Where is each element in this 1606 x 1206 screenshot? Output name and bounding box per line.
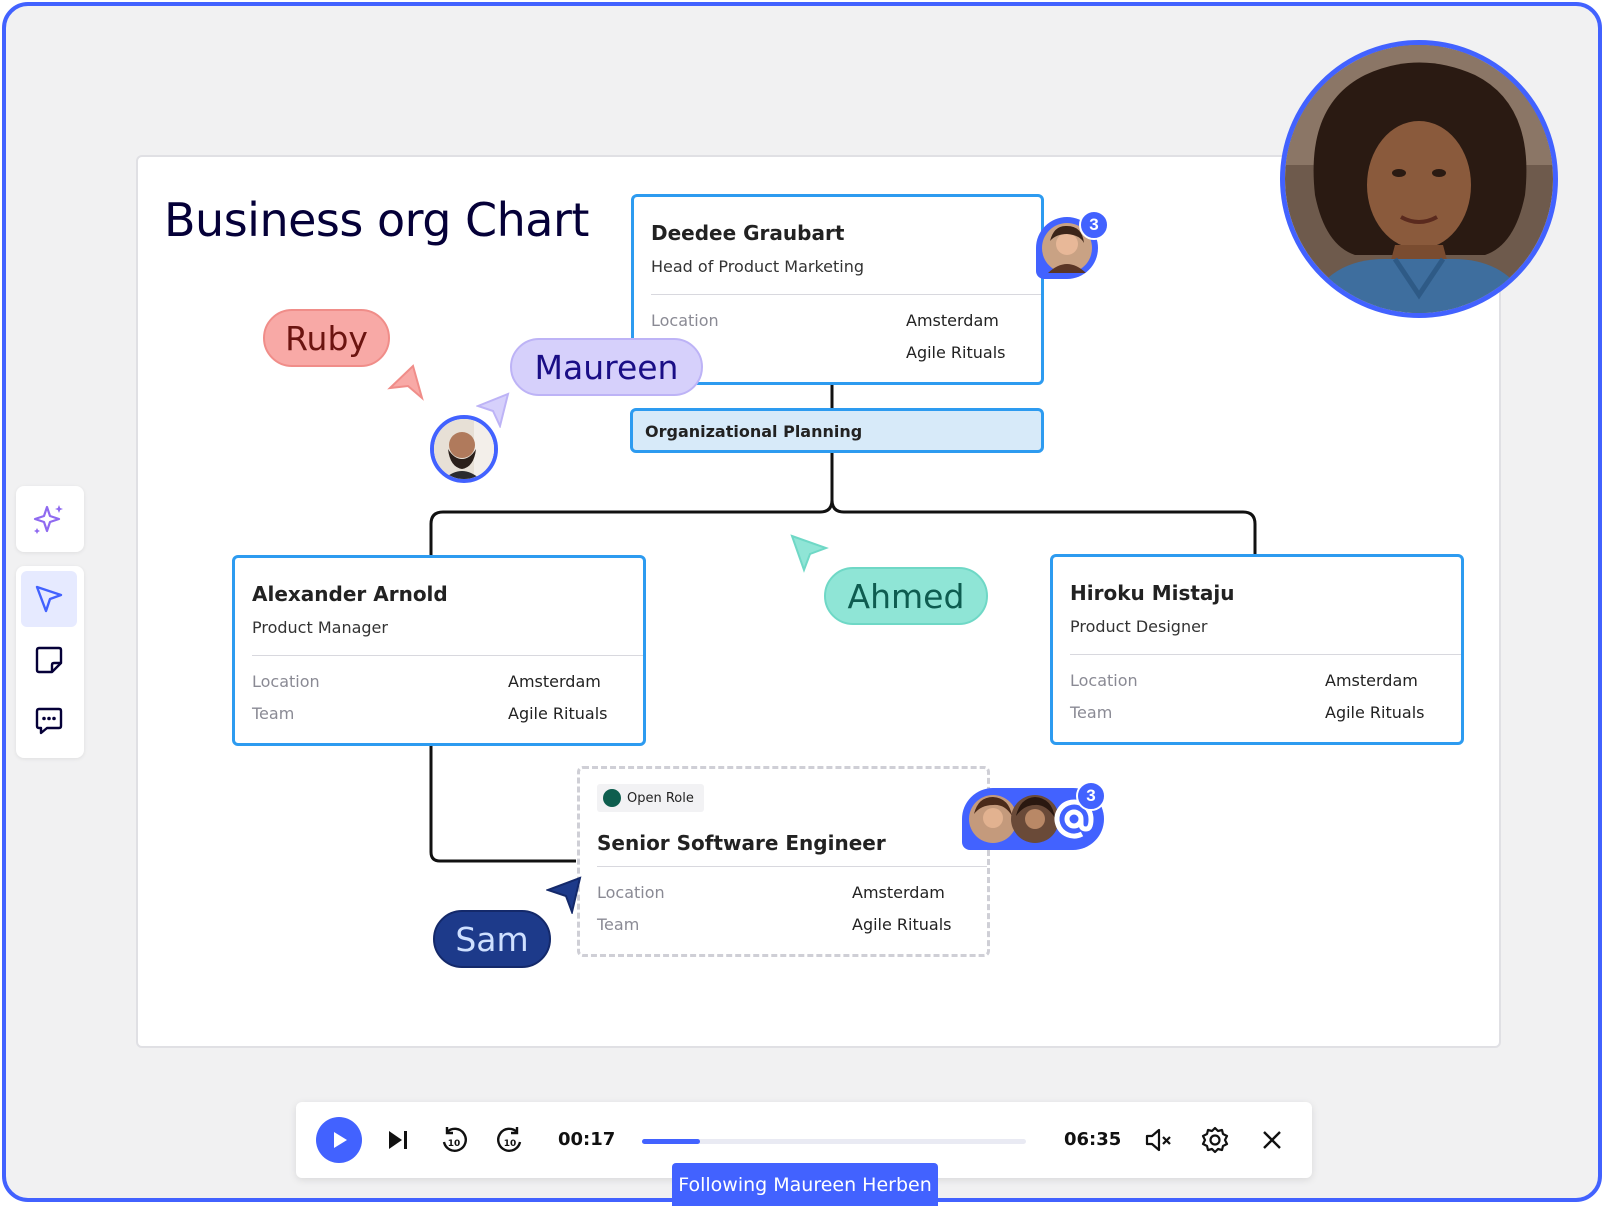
svg-text:10: 10 <box>504 1139 517 1149</box>
location-value: Amsterdam <box>508 672 601 691</box>
team-value: Agile Rituals <box>1325 703 1425 722</box>
comment-icon <box>35 707 63 735</box>
card-divider <box>597 866 987 867</box>
team-value: Agile Rituals <box>508 704 608 723</box>
ai-assist-button[interactable] <box>21 491 77 547</box>
comment-count-badge: 3 <box>1079 210 1109 240</box>
location-label: Location <box>651 311 719 330</box>
forward-10-button[interactable]: 10 <box>494 1124 526 1156</box>
card-name: Senior Software Engineer <box>597 831 886 855</box>
location-value: Amsterdam <box>906 311 999 330</box>
participant-video-icon <box>1285 45 1553 313</box>
location-value: Amsterdam <box>852 883 945 902</box>
open-role-badge: Open Role <box>597 784 704 812</box>
org-card-open-role[interactable]: Open Role Senior Software Engineer Locat… <box>577 766 990 957</box>
card-divider <box>252 655 643 656</box>
select-cursor-icon <box>35 585 63 613</box>
tools-toolbar <box>16 566 84 758</box>
rewind-10-icon: 10 <box>442 1127 467 1152</box>
team-value: Agile Rituals <box>906 343 1006 362</box>
team-value: Agile Rituals <box>852 915 952 934</box>
comment-tool-button[interactable] <box>21 693 77 749</box>
status-dot-icon <box>603 789 621 807</box>
location-label: Location <box>597 883 665 902</box>
cursor-sam-icon <box>546 876 582 914</box>
play-icon <box>334 1132 347 1148</box>
collaborator-tag-ahmed: Ahmed <box>824 567 988 625</box>
org-planning-node[interactable]: Organizational Planning <box>630 408 1044 453</box>
video-call-bubble[interactable] <box>1280 40 1558 318</box>
card-divider <box>651 294 1041 295</box>
org-card-hiroku[interactable]: Hiroku Mistaju Product Designer Location… <box>1050 554 1464 745</box>
volume-mute-icon <box>1145 1128 1171 1152</box>
card-role: Head of Product Marketing <box>651 257 865 276</box>
close-icon <box>1263 1131 1281 1149</box>
cursor-ruby-icon <box>387 364 424 401</box>
card-divider <box>1070 654 1461 655</box>
collaborator-tag-sam: Sam <box>433 910 551 968</box>
mute-button[interactable] <box>1142 1124 1174 1156</box>
card-role: Product Designer <box>1070 617 1208 636</box>
cursor-ahmed-icon <box>790 534 829 573</box>
location-value: Amsterdam <box>1325 671 1418 690</box>
board-title: Business org Chart <box>164 193 589 247</box>
open-role-badge-label: Open Role <box>627 790 694 806</box>
progress-fill <box>642 1139 700 1144</box>
org-card-alexander[interactable]: Alexander Arnold Product Manager Locatio… <box>232 555 646 746</box>
mention-count-badge: 3 <box>1076 781 1106 811</box>
progress-slider[interactable] <box>642 1139 1026 1144</box>
play-button[interactable] <box>316 1117 362 1163</box>
ai-sparkle-icon <box>33 505 63 534</box>
sticky-note-icon <box>35 646 63 674</box>
team-label: Team <box>252 704 295 723</box>
close-button[interactable] <box>1256 1124 1288 1156</box>
team-label: Team <box>1070 703 1113 722</box>
sticky-note-tool-button[interactable] <box>21 632 77 688</box>
card-name: Deedee Graubart <box>651 221 845 245</box>
card-name: Hiroku Mistaju <box>1070 581 1235 605</box>
card-name: Alexander Arnold <box>252 582 448 606</box>
ai-toolbar <box>16 486 84 552</box>
collaborator-avatar-maureen[interactable] <box>430 415 498 483</box>
settings-button[interactable] <box>1199 1124 1231 1156</box>
gear-icon <box>1201 1126 1229 1154</box>
rewind-10-button[interactable]: 10 <box>438 1124 470 1156</box>
collaborator-tag-maureen: Maureen <box>510 338 703 396</box>
following-banner[interactable]: Following Maureen Herben <box>672 1163 938 1206</box>
svg-text:10: 10 <box>448 1139 461 1149</box>
location-label: Location <box>1070 671 1138 690</box>
select-tool-button[interactable] <box>21 571 77 627</box>
location-label: Location <box>252 672 320 691</box>
collaborator-tag-ruby: Ruby <box>263 309 390 367</box>
current-time: 00:17 <box>558 1129 616 1150</box>
skip-next-icon <box>389 1131 407 1149</box>
user-photo-icon <box>434 419 494 479</box>
team-label: Team <box>597 915 640 934</box>
skip-next-button[interactable] <box>384 1126 412 1154</box>
total-time: 06:35 <box>1064 1129 1122 1150</box>
card-role: Product Manager <box>252 618 388 637</box>
forward-10-icon: 10 <box>497 1127 522 1152</box>
